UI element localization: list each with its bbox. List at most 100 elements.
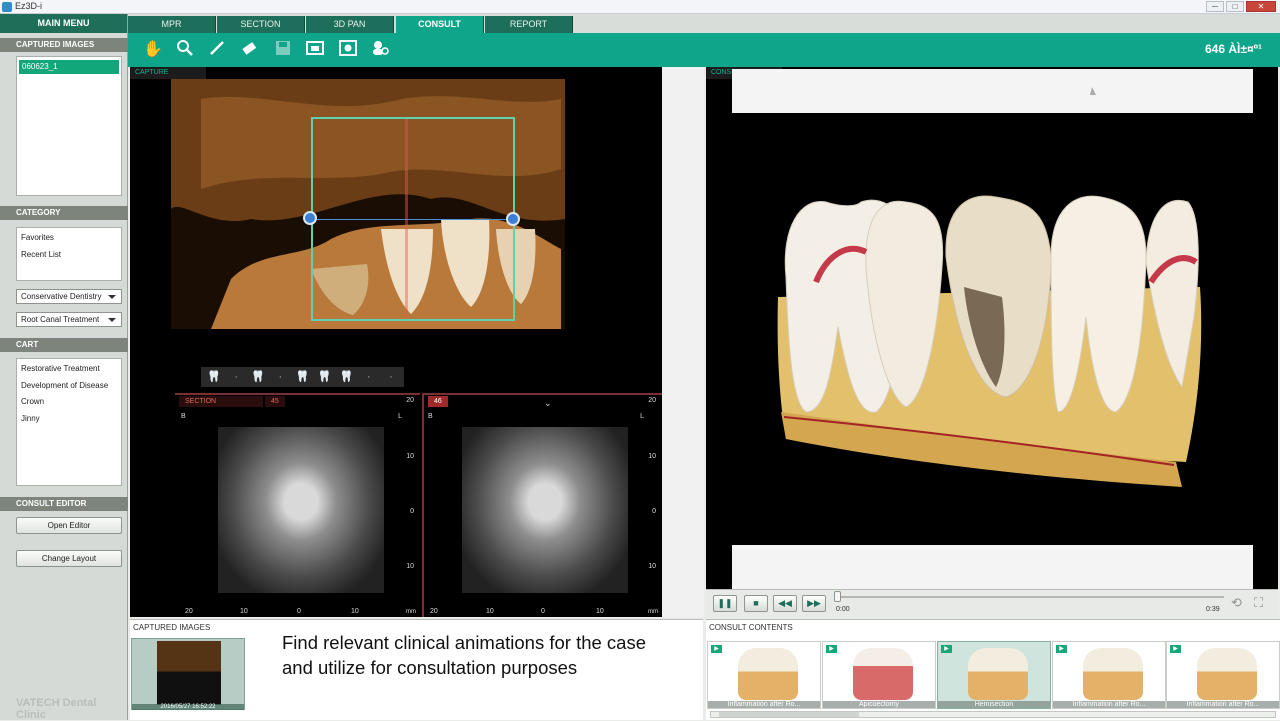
pause-button[interactable]: ❚❚ [713, 595, 737, 612]
unit-label: mm [406, 609, 416, 615]
tab-report[interactable]: REPORT [485, 16, 573, 33]
scrollbar-thumb[interactable] [719, 712, 859, 717]
progress-thumb[interactable] [834, 591, 841, 602]
tooth-thumb-icon[interactable]: 🦷 [338, 369, 356, 385]
captured-timestamp: 2016/05/27 16:52:22 [132, 704, 244, 710]
content-item-label: Inflammation after Ro... [708, 701, 820, 708]
section-pane-46[interactable]: 46 ⌄ B L 20 10 0 10 20 10 0 10 mm [422, 393, 662, 617]
capture-icon[interactable] [304, 39, 326, 61]
zoom-icon[interactable] [174, 39, 196, 61]
tab-3d-pan[interactable]: 3D PAN [306, 16, 394, 33]
x-tick: 10 [240, 608, 248, 615]
roi-vertical-line [405, 119, 408, 319]
content-item-label: Inflammation after Ro... [1053, 701, 1165, 708]
captured-thumbnail-image [157, 641, 221, 705]
content-item[interactable]: ▶ Inflammation after Ro... [1052, 641, 1166, 709]
cart-item[interactable]: Restorative Treatment [17, 361, 121, 378]
play-icon: ▶ [1170, 645, 1181, 653]
hand-icon[interactable]: ✋ [142, 39, 164, 61]
tooth-thumb-icon[interactable]: 🦷 [293, 369, 311, 385]
roi-right-handle[interactable] [506, 212, 520, 226]
eraser-icon[interactable] [238, 39, 260, 61]
y-tick: 0 [652, 508, 656, 515]
tooth-animation[interactable] [706, 67, 1278, 589]
minimize-button[interactable]: ─ [1206, 1, 1224, 12]
chevron-down-icon[interactable]: ⌄ [544, 398, 552, 409]
pen-icon[interactable] [206, 39, 228, 61]
change-layout-button[interactable]: Change Layout [16, 550, 122, 567]
left-panel: MAIN MENU CAPTURED IMAGES 060623_1 CATEG… [0, 14, 128, 721]
slice-image [462, 427, 628, 593]
consult-editor-header: CONSULT EDITOR [0, 497, 128, 511]
cart-item[interactable]: Jinny [17, 411, 121, 428]
content-item-selected[interactable]: ▶ Hemisection [937, 641, 1051, 709]
content-item[interactable]: ▶ Apicoectomy [822, 641, 936, 709]
x-tick: 0 [541, 608, 545, 615]
x-tick: 20 [430, 608, 438, 615]
tab-section[interactable]: SECTION [217, 16, 305, 33]
time-end: 0:39 [1206, 606, 1220, 613]
cart-item[interactable]: Development of Disease [17, 378, 121, 395]
save-icon[interactable] [272, 39, 294, 61]
captured-image-item[interactable]: 060623_1 [19, 60, 119, 74]
orientation-l: L [398, 413, 402, 420]
content-thumbnail [968, 648, 1028, 700]
roi-box[interactable] [311, 117, 515, 321]
main-menu-header[interactable]: MAIN MENU [0, 14, 127, 33]
treatment-dropdown[interactable]: Root Canal Treatment [16, 312, 122, 327]
y-tick: 10 [648, 453, 656, 460]
x-tick: 10 [351, 608, 359, 615]
maximize-button[interactable]: □ [1226, 1, 1244, 12]
fullscreen-icon[interactable]: ⛶ [1254, 596, 1270, 610]
tooth-thumb-icon[interactable]: · [382, 369, 400, 385]
category-dropdown[interactable]: Conservative Dentistry [16, 289, 122, 304]
list-item-recent[interactable]: Recent List [17, 247, 121, 264]
tooth-thumb-icon[interactable]: 🦷 [205, 369, 223, 385]
content-item[interactable]: ▶ Inflammation after Ro... [1166, 641, 1280, 709]
captured-thumbnail[interactable]: 2016/05/27 16:52:22 [131, 638, 245, 710]
category-list: Favorites Recent List [16, 227, 122, 281]
captured-strip-header: CAPTURED IMAGES [133, 623, 211, 632]
captured-images-list: 060623_1 [16, 56, 122, 196]
captured-images-strip: CAPTURED IMAGES 2016/05/27 16:52:22 Find… [130, 619, 703, 720]
close-button[interactable]: ✕ [1246, 1, 1276, 12]
orientation-b: B [428, 413, 433, 420]
open-editor-button[interactable]: Open Editor [16, 517, 122, 534]
tooth-thumb-icon[interactable]: · [227, 369, 245, 385]
section-pane-45[interactable]: SECTION 45 B L 20 10 0 10 20 10 0 10 mm [175, 393, 420, 617]
rewind-button[interactable]: ◀◀ [773, 595, 797, 612]
tooth-thumb-icon[interactable]: 🦷 [316, 369, 334, 385]
stop-button[interactable]: ■ [744, 595, 768, 612]
category-dropdown-value: Conservative Dentistry [21, 292, 102, 301]
forward-button[interactable]: ▶▶ [802, 595, 826, 612]
ct-volume-image[interactable] [171, 79, 565, 329]
roi-left-handle[interactable] [303, 211, 317, 225]
tooth-thumb-icon[interactable]: · [360, 369, 378, 385]
roi-horizontal-line [313, 219, 513, 220]
play-icon: ▶ [1056, 645, 1067, 653]
list-item-favorites[interactable]: Favorites [17, 230, 121, 247]
y-tick: 10 [648, 563, 656, 570]
screenshot-icon[interactable] [337, 39, 359, 61]
cart-list: Restorative Treatment Development of Dis… [16, 358, 122, 486]
progress-track[interactable] [840, 596, 1224, 598]
cart-item[interactable]: Crown [17, 394, 121, 411]
content-item[interactable]: ▶ Inflammation after Ro... [707, 641, 821, 709]
chevron-down-icon [108, 318, 116, 322]
section-number: 46 [428, 396, 448, 407]
tooth-thumb-icon[interactable]: 🦷 [249, 369, 267, 385]
tab-consult[interactable]: CONSULT [396, 16, 484, 33]
loop-icon[interactable]: ⟲ [1231, 596, 1247, 610]
category-header: CATEGORY [0, 206, 128, 220]
content-thumbnail [853, 648, 913, 700]
window-title: Ez3D-i [15, 1, 43, 11]
section-number: 45 [265, 396, 285, 407]
content-item-label: Hemisection [938, 701, 1050, 708]
consult-icon[interactable] [369, 39, 391, 61]
toolbar: ✋ 646 ÀÌ±¤º¹ [128, 33, 1280, 67]
tooth-thumb-icon[interactable]: · [271, 369, 289, 385]
feature-caption: Find relevant clinical animations for th… [282, 632, 647, 678]
tab-mpr[interactable]: MPR [128, 16, 216, 33]
content-item-label: Apicoectomy [823, 701, 935, 708]
horizontal-scrollbar[interactable] [710, 711, 1276, 718]
